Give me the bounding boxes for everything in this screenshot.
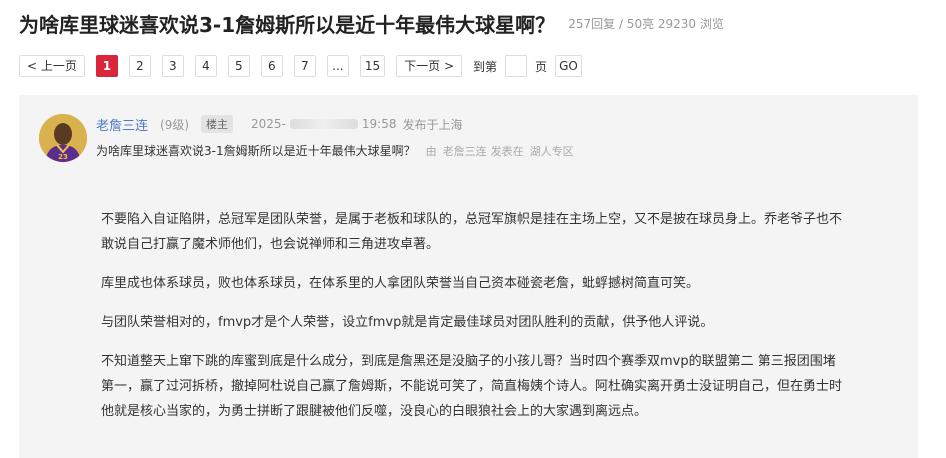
by-label: 由 — [425, 144, 437, 158]
author-link[interactable]: 老詹三连 — [96, 115, 148, 134]
board-link[interactable]: 湖人专区 — [530, 143, 574, 159]
goto-label: 到第 — [473, 59, 498, 74]
post-paragraph: 与团队荣誉相对的，fmvp才是个人荣誉，设立fmvp就是肯定最佳球员对团队胜利的… — [101, 315, 714, 330]
post-location: 发布于上海 — [402, 117, 463, 132]
post-subject-row: 为啥库里球迷喜欢说3-1詹姆斯所以是近十年最伟大球星啊？ 由 老詹三连 发表在 … — [96, 142, 574, 159]
pagination: < 上一页 1 2 3 4 5 6 7 ... 15 下一页 > 到第 页 GO — [19, 54, 582, 78]
page-button-6[interactable]: 6 — [260, 55, 283, 77]
avatar-image: 23 — [39, 114, 87, 162]
page-button-5[interactable]: 5 — [227, 55, 250, 77]
svg-text:23: 23 — [58, 153, 68, 161]
post-subject: 为啥库里球迷喜欢说3-1詹姆斯所以是近十年最伟大球星啊？ — [96, 144, 416, 158]
op-badge: 楼主 — [201, 115, 234, 133]
page-button-1[interactable]: 1 — [95, 55, 118, 77]
page-button-7[interactable]: 7 — [293, 55, 316, 77]
redacted-date — [289, 119, 358, 129]
thread-title: 为啥库里球迷喜欢说3-1詹姆斯所以是近十年最伟大球星啊？ — [19, 13, 556, 37]
subject-author-link[interactable]: 老詹三连 — [443, 143, 487, 159]
post-date: 2025- — [251, 117, 286, 131]
page-button-2[interactable]: 2 — [128, 55, 151, 77]
page-button-4[interactable]: 4 — [194, 55, 217, 77]
post-paragraph: 不要陷入自证陷阱，总冠军是团队荣誉，是属于老板和球队的，总冠军旗帜是挂在主场上空… — [101, 212, 843, 252]
page-number-input[interactable] — [505, 55, 528, 77]
prev-page-button[interactable]: < 上一页 — [19, 55, 85, 77]
post-paragraph: 库里成也体系球员，败也体系球员，在体系里的人拿团队荣誉当自己资本碰瓷老詹，蚍蜉撼… — [101, 276, 700, 291]
page-button-15[interactable]: 15 — [359, 55, 386, 77]
page-button-3[interactable]: 3 — [161, 55, 184, 77]
thread-header: 为啥库里球迷喜欢说3-1詹姆斯所以是近十年最伟大球星啊？ 257回复 / 50亮… — [19, 9, 934, 37]
next-page-button[interactable]: 下一页 > — [396, 55, 463, 77]
post-paragraph: 不知道整天上窜下跳的库蜜到底是什么成分，到底是詹黑还是没脑子的小孩儿哥？当时四个… — [101, 354, 843, 419]
posted-in-label: 发表在 — [490, 144, 524, 158]
user-level: (9级) — [160, 117, 190, 132]
post-meta: 老詹三连 (9级) 楼主 2025- 19:58 发布于上海 — [96, 115, 463, 134]
thread-stats: 257回复 / 50亮 29230 浏览 — [568, 17, 724, 31]
page-ellipsis-button[interactable]: ... — [326, 55, 349, 77]
post-time: 19:58 — [361, 117, 397, 131]
post-body: 不要陷入自证陷阱，总冠军是团队荣誉，是属于老板和球队的，总冠军旗帜是挂在主场上空… — [101, 207, 846, 438]
go-button[interactable]: GO — [555, 55, 582, 77]
avatar[interactable]: 23 — [39, 114, 87, 162]
page-unit-label: 页 — [535, 59, 548, 74]
post-card: 23 老詹三连 (9级) 楼主 2025- 19:58 发布于上海 为啥库里球迷… — [19, 95, 918, 458]
